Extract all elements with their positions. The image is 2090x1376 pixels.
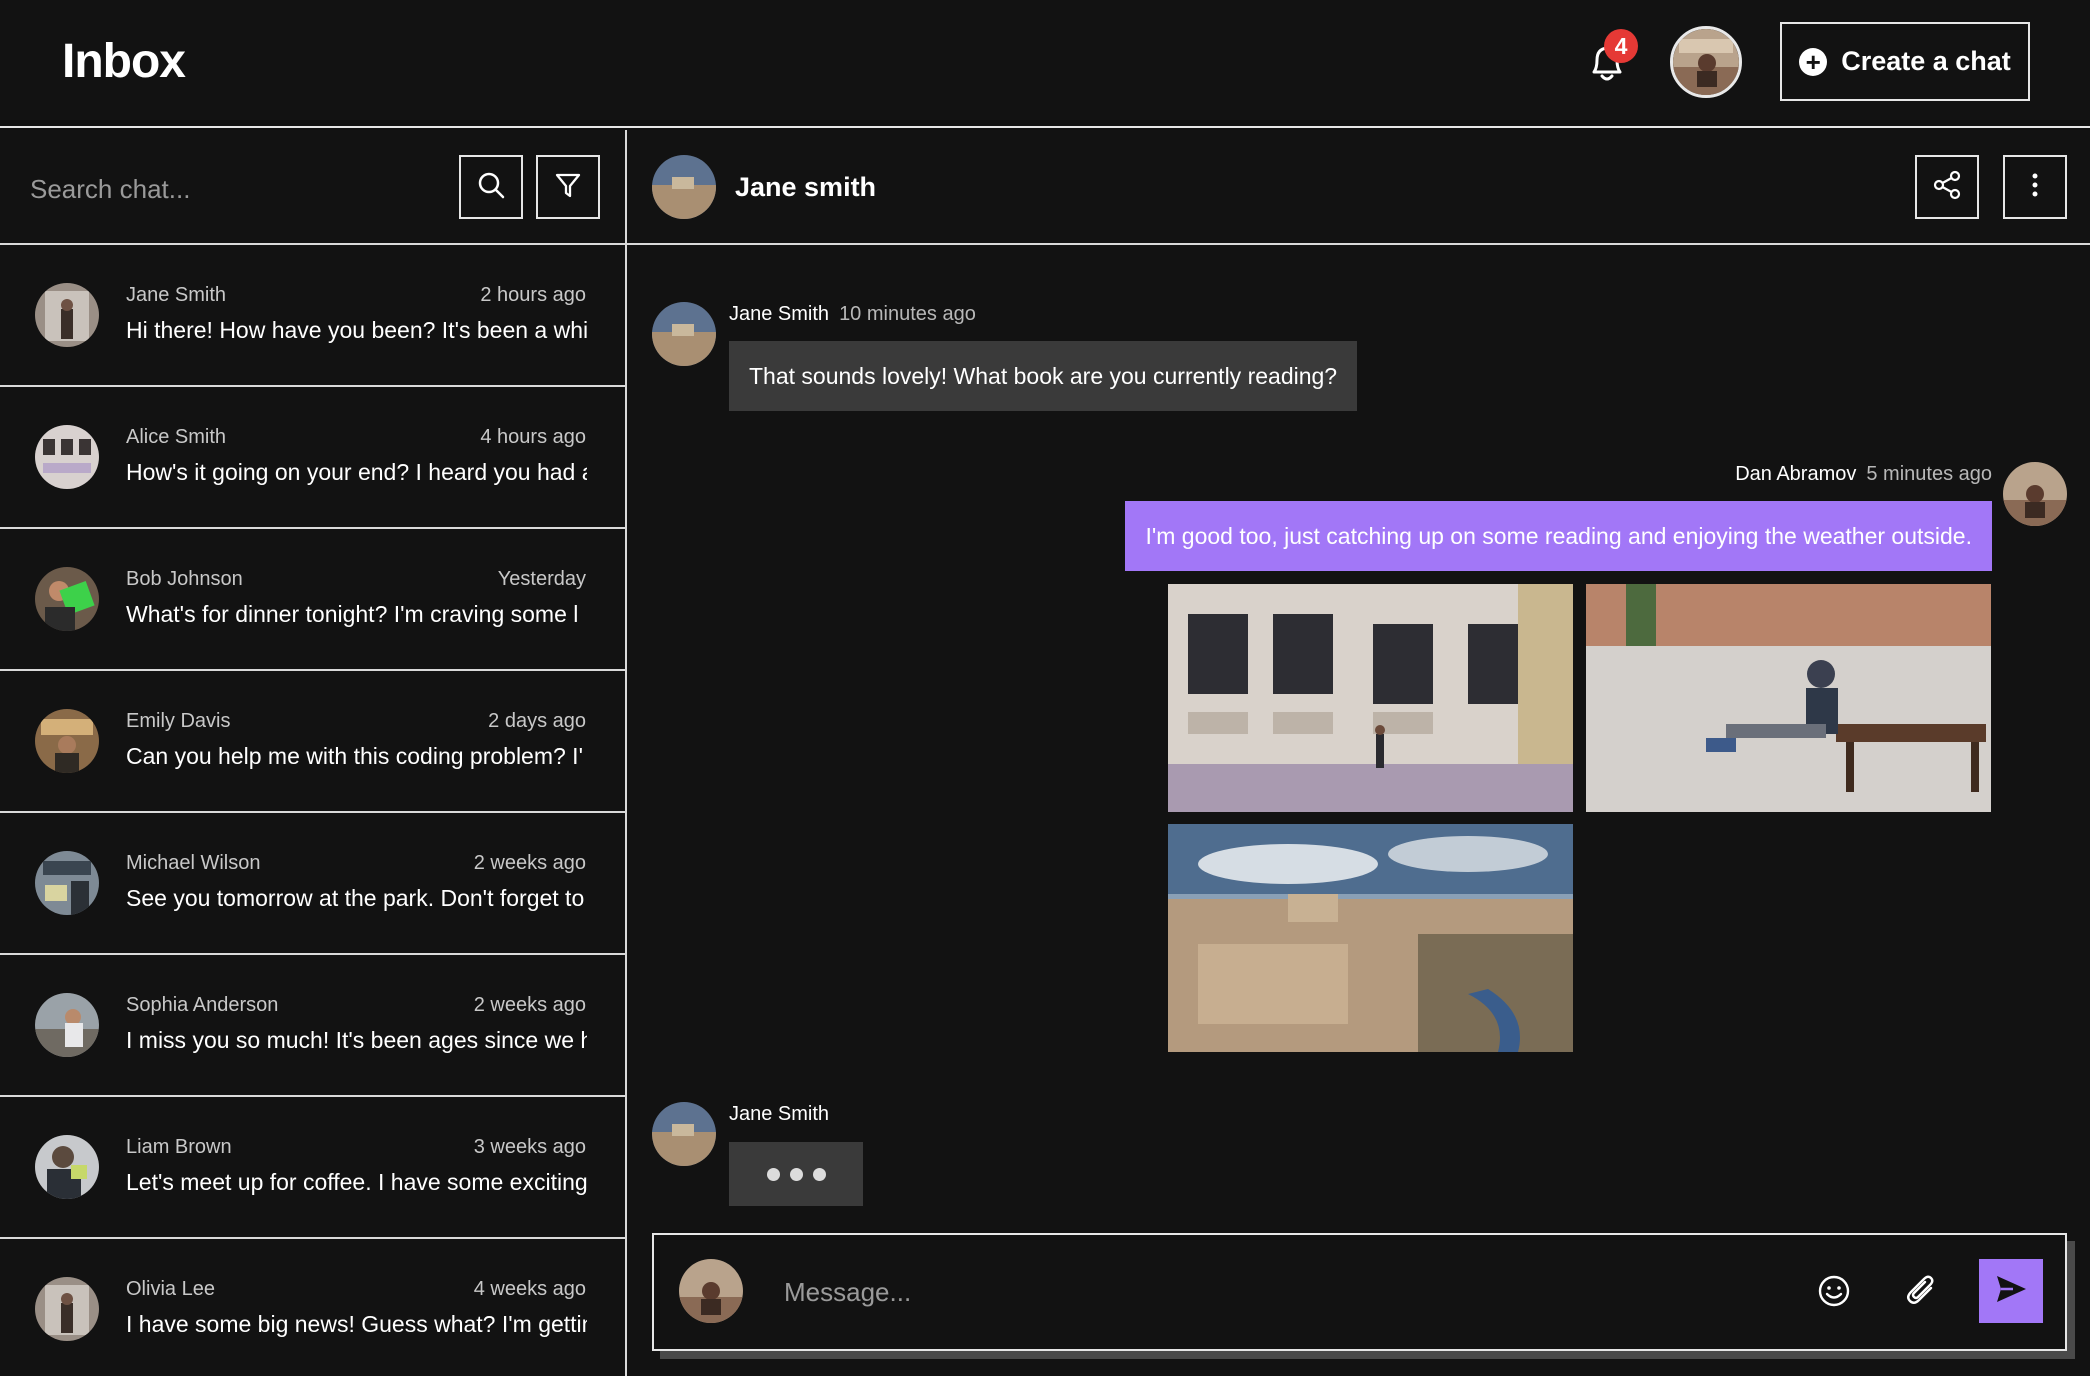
share-button[interactable] bbox=[1915, 155, 1979, 219]
chat-list-item[interactable]: Jane Smith 2 hours ago Hi there! How hav… bbox=[0, 245, 625, 387]
share-icon bbox=[1931, 169, 1963, 206]
notification-badge: 4 bbox=[1604, 29, 1638, 63]
sender-avatar bbox=[652, 302, 716, 366]
typing-dot bbox=[766, 1167, 780, 1181]
avatar bbox=[35, 1277, 99, 1341]
avatar bbox=[35, 567, 99, 631]
chat-preview: Let's meet up for coffee. I have some ex… bbox=[126, 1169, 587, 1195]
message-bubble-incoming: That sounds lovely! What book are you cu… bbox=[729, 341, 1358, 411]
send-icon bbox=[1993, 1271, 2029, 1312]
smiley-icon bbox=[1814, 1275, 1854, 1315]
typing-sender: Jane Smith bbox=[729, 1103, 830, 1125]
chat-list-item[interactable]: Emily Davis 2 days ago Can you help me w… bbox=[0, 671, 625, 813]
chat-sender: Sophia Anderson bbox=[126, 994, 279, 1016]
avatar bbox=[35, 851, 99, 915]
attached-photo[interactable] bbox=[1586, 584, 1991, 812]
paperclip-icon bbox=[1902, 1275, 1942, 1315]
chat-list-item[interactable]: Sophia Anderson 2 weeks ago I miss you s… bbox=[0, 955, 625, 1097]
chat-sender: Olivia Lee bbox=[126, 1278, 215, 1300]
chat-sender: Emily Davis bbox=[126, 710, 231, 732]
plus-circle-icon: + bbox=[1799, 47, 1828, 76]
chat-time: 2 weeks ago bbox=[473, 994, 586, 1016]
chat-list-item[interactable]: Alice Smith 4 hours ago How's it going o… bbox=[0, 387, 625, 529]
avatar bbox=[35, 425, 99, 489]
filter-button[interactable] bbox=[536, 155, 600, 219]
conversation-title: Jane smith bbox=[735, 172, 877, 202]
chat-time: 2 hours ago bbox=[480, 284, 586, 306]
more-vertical-icon bbox=[2029, 170, 2041, 205]
chat-preview: I miss you so much! It's been ages since… bbox=[126, 1027, 587, 1053]
filter-icon bbox=[553, 170, 583, 205]
chat-sender: Alice Smith bbox=[126, 426, 227, 448]
chat-time: 3 weeks ago bbox=[473, 1136, 586, 1158]
chat-sender: Jane Smith bbox=[126, 284, 227, 306]
chat-time: 4 weeks ago bbox=[473, 1278, 586, 1300]
emoji-button[interactable] bbox=[1814, 1271, 1854, 1311]
avatar bbox=[35, 1135, 99, 1199]
search-input[interactable] bbox=[30, 160, 450, 218]
conversation-header: Jane smith bbox=[627, 130, 2090, 245]
chat-time: Yesterday bbox=[497, 568, 586, 590]
typing-indicator bbox=[729, 1142, 863, 1206]
message-meta: Dan Abramov 5 minutes ago bbox=[1735, 463, 1992, 486]
typing-dot bbox=[812, 1167, 826, 1181]
create-chat-label: Create a chat bbox=[1841, 46, 2011, 76]
chat-preview: Can you help me with this coding problem… bbox=[126, 743, 583, 769]
message-sender: Jane Smith bbox=[729, 303, 830, 325]
chat-list: Jane Smith 2 hours ago Hi there! How hav… bbox=[0, 245, 625, 1376]
chat-time: 4 hours ago bbox=[480, 426, 586, 448]
search-button[interactable] bbox=[459, 155, 523, 219]
message-input[interactable] bbox=[784, 1263, 1684, 1321]
user-avatar bbox=[679, 1259, 743, 1323]
chat-list-item[interactable]: Olivia Lee 4 weeks ago I have some big n… bbox=[0, 1239, 625, 1376]
conversation-pane: Jane smith Jane Smith 10 minutes ago That… bbox=[627, 130, 2090, 1376]
chat-sender: Liam Brown bbox=[126, 1136, 232, 1158]
chat-preview: Hi there! How have you been? It's been a… bbox=[126, 317, 587, 343]
avatar bbox=[35, 993, 99, 1057]
chat-preview: I have some big news! Guess what? I'm ge… bbox=[126, 1311, 587, 1337]
inbox-app: Inbox 4 + Create a chat Search chat... J… bbox=[0, 0, 2090, 1376]
avatar bbox=[35, 283, 99, 347]
chat-preview: What's for dinner tonight? I'm craving s… bbox=[126, 601, 579, 627]
chat-time: 2 weeks ago bbox=[473, 852, 586, 874]
message-time: 10 minutes ago bbox=[839, 303, 976, 325]
sender-avatar bbox=[652, 1102, 716, 1166]
user-avatar[interactable] bbox=[1670, 26, 1742, 98]
attached-photo[interactable] bbox=[1168, 824, 1573, 1052]
search-icon bbox=[476, 170, 506, 205]
chat-sender: Michael Wilson bbox=[126, 852, 261, 874]
message-bubble-outgoing: I'm good too, just catching up on some r… bbox=[1125, 501, 1992, 571]
chat-sender: Bob Johnson bbox=[126, 568, 243, 590]
chat-sidebar: Jane Smith 2 hours ago Hi there! How hav… bbox=[0, 130, 627, 1376]
attached-photo[interactable] bbox=[1168, 584, 1573, 812]
contact-avatar[interactable] bbox=[652, 155, 716, 219]
create-chat-button[interactable]: + Create a chat bbox=[1780, 22, 2030, 101]
chat-preview: How's it going on your end? I heard you … bbox=[126, 459, 587, 485]
chat-list-item[interactable]: Liam Brown 3 weeks ago Let's meet up for… bbox=[0, 1097, 625, 1239]
message-composer bbox=[652, 1233, 2067, 1351]
page-title: Inbox bbox=[62, 35, 186, 88]
top-bar: Inbox 4 + Create a chat bbox=[0, 0, 2090, 128]
chat-time: 2 days ago bbox=[488, 710, 586, 732]
chat-list-item[interactable]: Michael Wilson 2 weeks ago See you tomor… bbox=[0, 813, 625, 955]
send-button[interactable] bbox=[1979, 1259, 2043, 1323]
more-options-button[interactable] bbox=[2003, 155, 2067, 219]
chat-preview: See you tomorrow at the park. Don't forg… bbox=[126, 885, 585, 911]
avatar bbox=[35, 709, 99, 773]
search-bar bbox=[0, 130, 625, 245]
message-sender: Dan Abramov bbox=[1735, 463, 1857, 485]
chat-list-item[interactable]: Bob Johnson Yesterday What's for dinner … bbox=[0, 529, 625, 671]
attach-button[interactable] bbox=[1902, 1271, 1942, 1311]
message-time: 5 minutes ago bbox=[1866, 463, 1992, 485]
message-meta: Jane Smith 10 minutes ago bbox=[729, 303, 976, 326]
typing-dot bbox=[789, 1167, 803, 1181]
sender-avatar bbox=[2003, 462, 2067, 526]
